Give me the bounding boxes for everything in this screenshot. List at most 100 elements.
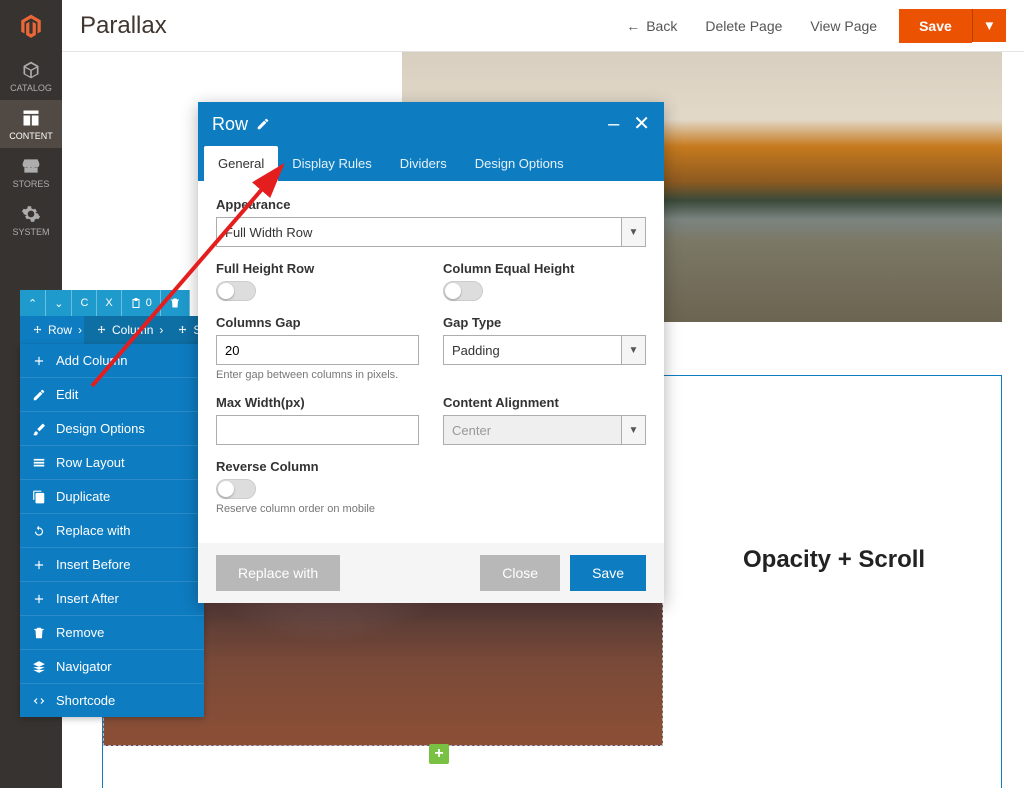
full-height-toggle[interactable] — [216, 281, 256, 301]
plus-icon — [32, 592, 46, 606]
sidebar-label: CATALOG — [10, 83, 52, 93]
save-dropdown-button[interactable]: ▼ — [972, 9, 1006, 42]
columns-gap-label: Columns Gap — [216, 315, 419, 330]
chevron-down-icon: ▼ — [621, 336, 645, 364]
close-button[interactable]: ✕ — [633, 114, 650, 134]
save-button[interactable]: Save — [899, 9, 972, 43]
modal-title: Row — [212, 114, 248, 135]
reverse-toggle[interactable] — [216, 479, 256, 499]
save-modal-button[interactable]: Save — [570, 555, 646, 591]
reverse-hint: Reserve column order on mobile — [216, 503, 646, 515]
rows-icon — [32, 456, 46, 470]
move-icon — [177, 325, 188, 336]
modal-tabs: General Display Rules Dividers Design Op… — [198, 146, 664, 181]
opacity-scroll-heading: Opacity + Scroll — [743, 546, 925, 574]
plus-icon — [32, 354, 46, 368]
menu-navigator[interactable]: Navigator — [20, 649, 204, 683]
menu-label: Row Layout — [56, 455, 125, 470]
appearance-select[interactable]: Full Width Row ▼ — [216, 217, 646, 247]
back-link[interactable]: ← Back — [626, 18, 677, 34]
row-settings-modal: Row – ✕ General Display Rules Dividers D… — [198, 102, 664, 603]
menu-label: Add Column — [56, 353, 128, 368]
gear-icon — [21, 204, 41, 224]
menu-label: Remove — [56, 625, 104, 640]
brush-icon — [32, 422, 46, 436]
store-icon — [21, 156, 41, 176]
menu-label: Shortcode — [56, 693, 115, 708]
code-icon — [32, 694, 46, 708]
menu-add-column[interactable]: Add Column — [20, 344, 204, 377]
close-modal-button[interactable]: Close — [480, 555, 560, 591]
chevron-up-icon: ⌃ — [28, 297, 37, 310]
columns-gap-input[interactable] — [216, 335, 419, 365]
appearance-value: Full Width Row — [225, 225, 312, 240]
modal-header[interactable]: Row – ✕ — [198, 102, 664, 146]
menu-insert-before[interactable]: Insert Before — [20, 547, 204, 581]
menu-shortcode[interactable]: Shortcode — [20, 683, 204, 717]
pencil-icon[interactable] — [256, 117, 270, 131]
copy-icon — [32, 490, 46, 504]
crumb-column[interactable]: Column — [84, 316, 165, 344]
full-height-label: Full Height Row — [216, 261, 419, 276]
max-width-label: Max Width(px) — [216, 395, 419, 410]
menu-duplicate[interactable]: Duplicate — [20, 479, 204, 513]
magento-logo[interactable] — [0, 0, 62, 52]
add-element-button[interactable]: + — [429, 744, 449, 764]
toolbar-cut[interactable]: X — [97, 290, 121, 316]
replace-with-button[interactable]: Replace with — [216, 555, 340, 591]
sidebar-label: STORES — [13, 179, 50, 189]
toolbar-count[interactable]: 0 — [122, 290, 161, 316]
equal-height-toggle[interactable] — [443, 281, 483, 301]
max-width-input[interactable] — [216, 415, 419, 445]
cube-icon — [21, 60, 41, 80]
reverse-label: Reverse Column — [216, 459, 646, 474]
chevron-down-icon: ▼ — [621, 416, 645, 444]
toolbar-move-up[interactable]: ⌃ — [20, 290, 46, 316]
delete-page-link[interactable]: Delete Page — [705, 18, 782, 34]
move-icon — [32, 325, 43, 336]
menu-label: Duplicate — [56, 489, 110, 504]
menu-label: Insert Before — [56, 557, 130, 572]
sidebar-label: SYSTEM — [12, 227, 49, 237]
builder-toolbar: ⌃ ⌄ C X 0 — [20, 290, 190, 316]
sidebar-item-content[interactable]: CONTENT — [0, 100, 62, 148]
menu-insert-after[interactable]: Insert After — [20, 581, 204, 615]
sidebar-item-catalog[interactable]: CATALOG — [0, 52, 62, 100]
page-title: Parallax — [80, 12, 167, 40]
view-page-link[interactable]: View Page — [810, 18, 877, 34]
tab-dividers[interactable]: Dividers — [386, 146, 461, 181]
crumb-row[interactable]: Row — [20, 316, 84, 344]
menu-label: Insert After — [56, 591, 119, 606]
menu-edit[interactable]: Edit — [20, 377, 204, 411]
menu-design-options[interactable]: Design Options — [20, 411, 204, 445]
menu-row-layout[interactable]: Row Layout — [20, 445, 204, 479]
trash-icon — [169, 297, 181, 309]
content-align-select[interactable]: Center ▼ — [443, 415, 646, 445]
stack-icon — [32, 660, 46, 674]
tab-display-rules[interactable]: Display Rules — [278, 146, 385, 181]
pencil-icon — [32, 388, 46, 402]
page-header: Parallax ← Back Delete Page View Page Sa… — [62, 0, 1024, 52]
toolbar-delete[interactable] — [161, 290, 190, 316]
tab-design-options[interactable]: Design Options — [461, 146, 578, 181]
refresh-icon — [32, 524, 46, 538]
toolbar-copy[interactable]: C — [72, 290, 97, 316]
crumb-column-label: Column — [112, 323, 153, 337]
chevron-down-icon: ▼ — [621, 218, 645, 246]
toolbar-move-down[interactable]: ⌄ — [46, 290, 72, 316]
menu-replace-with[interactable]: Replace with — [20, 513, 204, 547]
plus-icon — [32, 558, 46, 572]
sidebar-item-system[interactable]: SYSTEM — [0, 196, 62, 244]
layout-icon — [21, 108, 41, 128]
row-context-menu: Add Column Edit Design Options Row Layou… — [20, 344, 204, 717]
minimize-button[interactable]: – — [608, 114, 619, 134]
toolbar-count-label: 0 — [146, 297, 152, 309]
gap-type-label: Gap Type — [443, 315, 646, 330]
menu-remove[interactable]: Remove — [20, 615, 204, 649]
sidebar-item-stores[interactable]: STORES — [0, 148, 62, 196]
tab-general[interactable]: General — [204, 146, 278, 181]
crumb-row-label: Row — [48, 323, 72, 337]
gap-type-select[interactable]: Padding ▼ — [443, 335, 646, 365]
menu-label: Replace with — [56, 523, 130, 538]
arrow-left-icon: ← — [626, 18, 640, 34]
